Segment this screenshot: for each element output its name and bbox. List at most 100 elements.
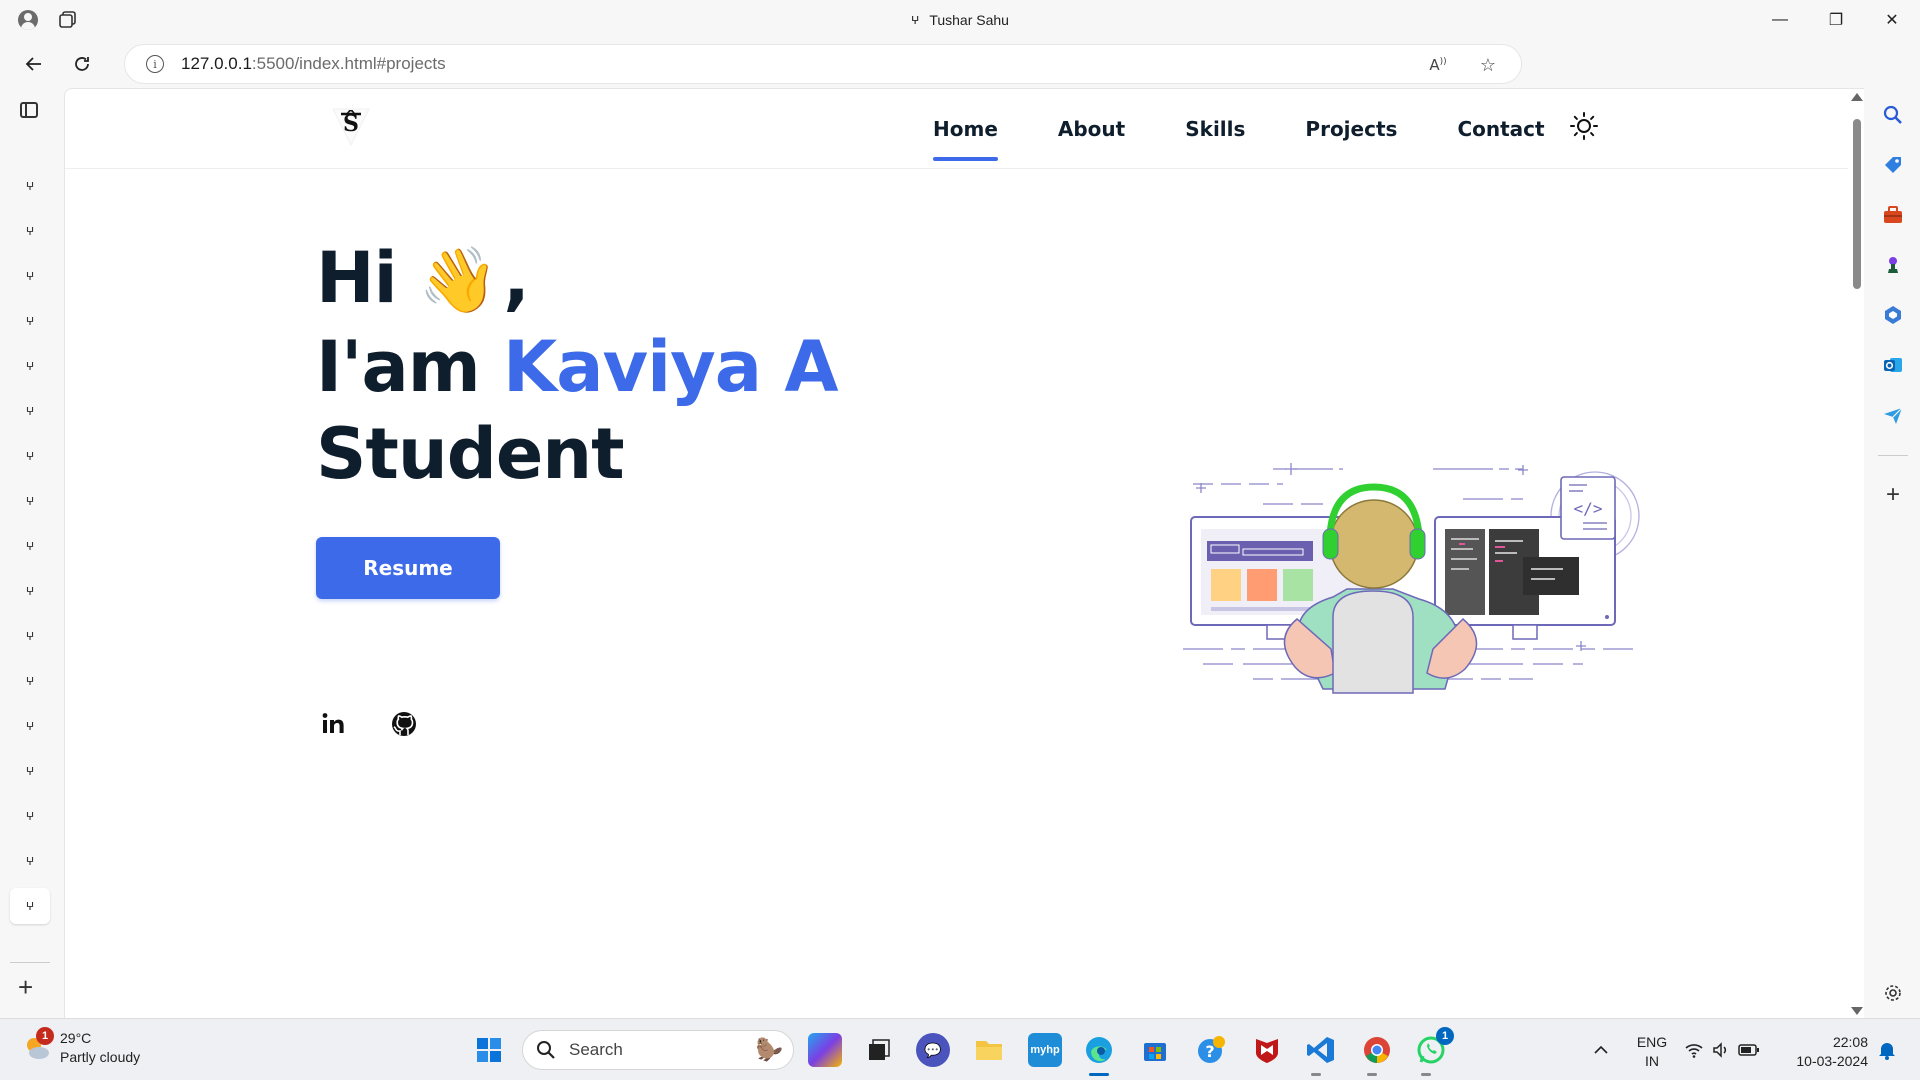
sidebar-send-button[interactable] — [1880, 402, 1906, 428]
nav-skills[interactable]: Skills — [1185, 89, 1245, 169]
lang-top: ENG — [1636, 1034, 1668, 1050]
vertical-tab[interactable]: ⵖ — [10, 213, 50, 249]
url-text[interactable]: 127.0.0.1:5500/index.html#projects — [181, 54, 446, 74]
clock-date: 10-03-2024 — [1796, 1053, 1868, 1069]
weather-widget[interactable]: 1 29°C Partly cloudy — [22, 1027, 140, 1067]
nav-contact[interactable]: Contact — [1457, 89, 1544, 169]
sidebar-add-button[interactable]: + — [1880, 481, 1906, 508]
close-button[interactable]: ✕ — [1864, 0, 1920, 40]
copilot-taskbar-icon[interactable] — [808, 1033, 842, 1067]
mcafee-icon[interactable] — [1250, 1033, 1284, 1067]
read-aloud-button[interactable]: A)) — [1413, 56, 1463, 74]
vertical-tab[interactable]: ⵖ — [10, 483, 50, 519]
refresh-button[interactable] — [58, 44, 106, 84]
vertical-tab[interactable]: ⵖ — [10, 438, 50, 474]
developer-illustration: </> — [1183, 463, 1640, 694]
battery-icon — [1738, 1044, 1759, 1056]
taskbar-clock[interactable]: 22:08 10-03-2024 — [1780, 1033, 1868, 1071]
taskbar-search[interactable]: Search 🦫 — [522, 1030, 794, 1070]
tab-favicon-icon: ⵖ — [25, 630, 35, 643]
restore-button[interactable]: ❐ — [1808, 0, 1864, 40]
volume-icon — [1713, 1042, 1727, 1058]
vscode-running-indicator — [1311, 1073, 1321, 1076]
profile-button[interactable] — [8, 0, 48, 40]
address-bar[interactable]: i 127.0.0.1:5500/index.html#projects A))… — [124, 44, 1522, 84]
sidebar-tools-button[interactable] — [1880, 202, 1906, 228]
scrollbar-thumb[interactable] — [1853, 119, 1861, 289]
vertical-tab[interactable]: ⵖ — [10, 393, 50, 429]
hero-hi: Hi — [316, 237, 398, 319]
sidebar-shopping-button[interactable] — [1880, 152, 1906, 178]
scroll-down-icon[interactable] — [1851, 1007, 1863, 1015]
task-view-icon[interactable] — [862, 1033, 896, 1067]
theme-toggle-button[interactable] — [1569, 111, 1599, 141]
start-button[interactable] — [472, 1033, 506, 1067]
vertical-tab[interactable]: ⵖ — [10, 528, 50, 564]
sidebar-separator — [1878, 455, 1908, 456]
resume-button[interactable]: Resume — [316, 537, 500, 599]
vertical-tab[interactable]: ⵖ — [10, 753, 50, 789]
scroll-up-icon[interactable] — [1851, 93, 1863, 101]
edge-taskbar-icon[interactable] — [1082, 1033, 1116, 1067]
vertical-tab[interactable]: ⵖ — [10, 843, 50, 879]
nav-projects[interactable]: Projects — [1305, 89, 1397, 169]
vertical-tab[interactable]: ⵖ — [10, 303, 50, 339]
vertical-tab[interactable]: ⵖ — [10, 798, 50, 834]
vscode-icon[interactable] — [1304, 1033, 1338, 1067]
hero-comma: , — [503, 237, 530, 319]
gear-icon — [1885, 985, 1901, 1001]
file-explorer-icon[interactable] — [972, 1033, 1006, 1067]
nav-about[interactable]: About — [1058, 89, 1125, 169]
sidebar-m365-button[interactable] — [1880, 302, 1906, 328]
minimize-button[interactable]: — — [1752, 0, 1808, 40]
site-nav: Home About Skills Projects Contact — [933, 89, 1605, 169]
vertical-tab[interactable]: ⵖ — [10, 888, 50, 924]
nav-home[interactable]: Home — [933, 89, 998, 169]
tab-favicon-icon: ⵖ — [25, 675, 35, 688]
favorite-button[interactable]: ☆ — [1463, 55, 1513, 76]
tabs-separator — [10, 962, 50, 963]
vertical-tabs-toggle-icon[interactable] — [20, 102, 38, 118]
site-info-button[interactable]: i — [135, 55, 175, 73]
tips-icon[interactable]: ? — [1194, 1033, 1228, 1067]
vertical-tab[interactable]: ⵖ — [10, 663, 50, 699]
myhp-icon[interactable]: myhp — [1028, 1033, 1062, 1067]
vertical-tab[interactable]: ⵖ — [10, 708, 50, 744]
page-viewport: Ŝ Home About Skills Projects Contact Hi … — [64, 88, 1864, 1018]
new-tab-button[interactable]: + — [18, 972, 33, 1003]
hero-iam: I'am — [316, 326, 481, 408]
ms-store-icon[interactable] — [1138, 1033, 1172, 1067]
clock-time: 22:08 — [1832, 1034, 1868, 1050]
github-link[interactable] — [389, 709, 419, 739]
input-language-indicator[interactable]: ENG IN — [1632, 1033, 1672, 1071]
hero-greeting: Hi 👋, — [316, 237, 530, 319]
show-hidden-icons-button[interactable] — [1584, 1033, 1618, 1067]
back-button[interactable] — [10, 44, 58, 84]
chrome-icon[interactable] — [1360, 1033, 1394, 1067]
refresh-icon — [75, 57, 89, 71]
sidebar-settings-button[interactable] — [1880, 980, 1906, 1006]
sidebar-games-button[interactable] — [1880, 252, 1906, 278]
notifications-button[interactable] — [1870, 1033, 1904, 1067]
system-tray-status[interactable] — [1680, 1033, 1764, 1067]
vertical-tab[interactable]: ⵖ — [10, 618, 50, 654]
tab-favicon-icon: ⵖ — [25, 855, 35, 868]
vertical-tab[interactable]: ⵖ — [10, 573, 50, 609]
vertical-tab[interactable]: ⵖ — [10, 348, 50, 384]
page-scrollbar[interactable] — [1848, 89, 1864, 1018]
sidebar-search-button[interactable] — [1880, 102, 1906, 128]
whatsapp-icon[interactable]: 1 — [1414, 1027, 1454, 1067]
search-highlight-icon: 🦫 — [755, 1037, 783, 1062]
wifi-icon — [1685, 1044, 1703, 1058]
back-arrow-icon — [25, 57, 41, 71]
sidebar-outlook-button[interactable] — [1880, 352, 1906, 378]
logo-icon: Ŝ — [332, 108, 370, 147]
tab-actions-button[interactable] — [48, 0, 88, 40]
linkedin-link[interactable] — [319, 709, 349, 739]
sun-icon — [1570, 112, 1598, 140]
vertical-tab[interactable]: ⵖ — [10, 258, 50, 294]
tab-favicon-icon: ⵖ — [25, 405, 35, 418]
teams-chat-icon[interactable]: 💬 — [916, 1033, 950, 1067]
vertical-tab[interactable]: ⵖ — [10, 168, 50, 204]
site-logo[interactable]: Ŝ — [327, 101, 375, 149]
